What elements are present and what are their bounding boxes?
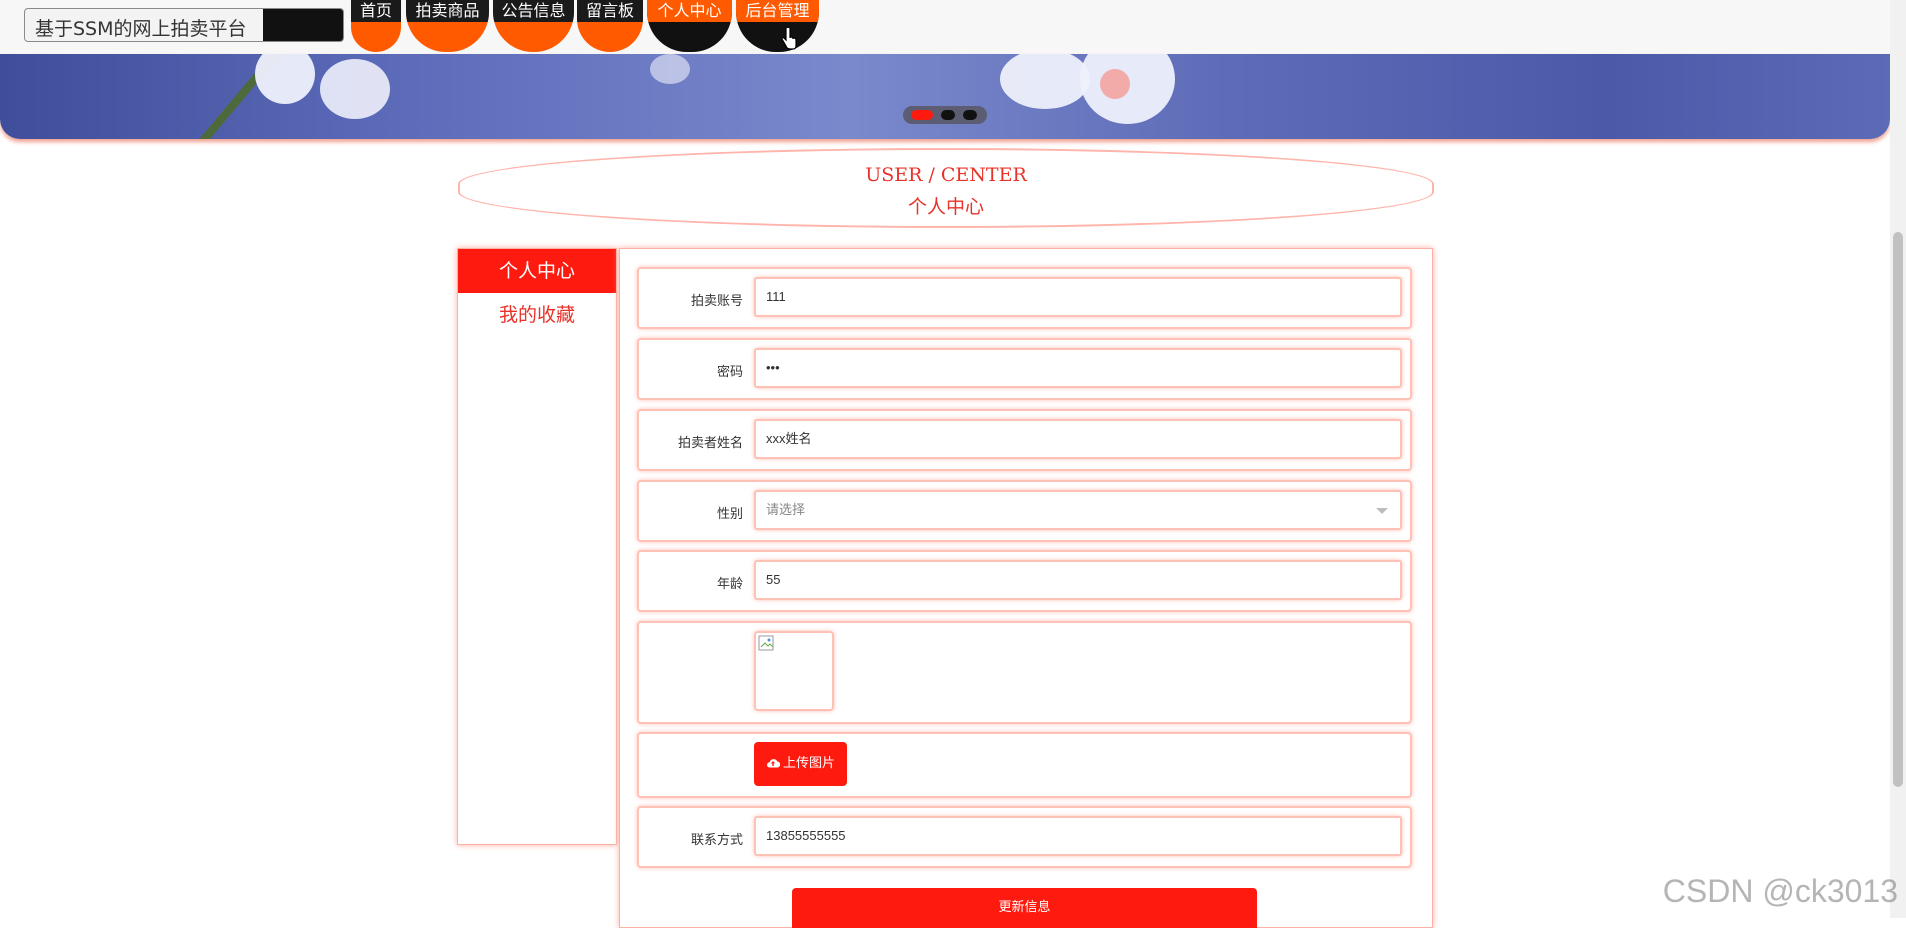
form-row-upload: 上传图片 bbox=[637, 732, 1412, 798]
scrollbar-thumb[interactable] bbox=[1893, 232, 1903, 787]
name-label: 拍卖者姓名 bbox=[677, 436, 743, 451]
carousel-dot[interactable] bbox=[963, 110, 977, 120]
banner-flower bbox=[255, 54, 315, 104]
form-row-contact: 联系方式 13855555555 bbox=[637, 806, 1412, 868]
update-info-label: 更新信息 bbox=[998, 900, 1051, 915]
nav-message-board-label: 留言板 bbox=[577, 0, 643, 22]
carousel-dot[interactable] bbox=[941, 110, 955, 120]
site-title-text: 基于SSM的网上拍卖平台 bbox=[35, 18, 247, 40]
page-scrollbar[interactable] bbox=[1890, 0, 1906, 918]
account-label: 拍卖账号 bbox=[690, 294, 743, 309]
csdn-watermark: CSDN @ck3013 bbox=[1662, 873, 1898, 909]
form-row-name: 拍卖者姓名 xxx姓名 bbox=[637, 409, 1412, 471]
nav-auction-items[interactable]: 拍卖商品 bbox=[406, 0, 489, 52]
name-input[interactable]: xxx姓名 bbox=[754, 419, 1402, 459]
sidebar-menu: 个人中心 我的收藏 bbox=[457, 248, 617, 845]
carousel-indicators bbox=[903, 106, 987, 124]
carousel-dot-active[interactable] bbox=[911, 110, 933, 120]
form-row-account: 拍卖账号 111 bbox=[637, 267, 1412, 329]
broken-image-icon bbox=[758, 635, 774, 651]
banner-flower-center bbox=[1100, 69, 1130, 99]
upload-image-button[interactable]: 上传图片 bbox=[754, 742, 847, 786]
top-navbar: 基于SSM的网上拍卖平台 首页 拍卖商品 公告信息 留言板 个人中心 后台管理 bbox=[0, 0, 1890, 54]
update-info-button[interactable]: 更新信息 bbox=[792, 888, 1257, 928]
nav-announcements-label: 公告信息 bbox=[493, 0, 574, 22]
nav-message-board[interactable]: 留言板 bbox=[577, 0, 643, 52]
form-row-gender: 性别 请选择 bbox=[637, 480, 1412, 542]
sidebar-item-user-center[interactable]: 个人中心 bbox=[458, 249, 616, 293]
nav-user-center-label: 个人中心 bbox=[647, 0, 732, 22]
section-title-cn: 个人中心 bbox=[907, 196, 984, 218]
gender-label: 性别 bbox=[716, 507, 743, 522]
sidebar-item-label: 个人中心 bbox=[498, 260, 575, 282]
gender-select-value: 请选择 bbox=[766, 502, 806, 517]
password-input[interactable]: ••• bbox=[754, 348, 1402, 388]
banner-flower bbox=[1000, 54, 1090, 109]
password-label: 密码 bbox=[716, 365, 743, 380]
banner-flower bbox=[650, 54, 690, 84]
banner-flower bbox=[320, 59, 390, 119]
form-row-age: 年龄 55 bbox=[637, 550, 1412, 612]
nav-admin[interactable]: 后台管理 bbox=[736, 0, 819, 52]
form-row-avatar bbox=[637, 621, 1412, 724]
sidebar-item-favorites[interactable]: 我的收藏 bbox=[458, 293, 616, 337]
contact-input[interactable]: 13855555555 bbox=[754, 816, 1402, 856]
site-title-block bbox=[263, 9, 343, 41]
account-input[interactable]: 111 bbox=[754, 277, 1402, 317]
upload-image-label: 上传图片 bbox=[782, 756, 835, 771]
nav-home-label: 首页 bbox=[351, 0, 401, 22]
nav-admin-label: 后台管理 bbox=[736, 0, 819, 22]
banner-carousel bbox=[0, 54, 1890, 139]
nav-home[interactable]: 首页 bbox=[351, 0, 401, 52]
section-title-en: USER / CENTER bbox=[865, 164, 1027, 186]
form-row-password: 密码 ••• bbox=[637, 338, 1412, 400]
site-title[interactable]: 基于SSM的网上拍卖平台 bbox=[24, 8, 344, 42]
age-label: 年龄 bbox=[716, 577, 743, 592]
gender-select[interactable]: 请选择 bbox=[754, 490, 1402, 530]
section-heading: USER / CENTER 个人中心 bbox=[458, 148, 1434, 228]
nav-announcements[interactable]: 公告信息 bbox=[493, 0, 574, 52]
chevron-down-icon bbox=[1376, 508, 1388, 514]
age-input[interactable]: 55 bbox=[754, 560, 1402, 600]
contact-label: 联系方式 bbox=[690, 833, 743, 848]
nav-user-center[interactable]: 个人中心 bbox=[647, 0, 732, 52]
avatar-image bbox=[754, 631, 834, 711]
cloud-upload-icon bbox=[766, 759, 781, 768]
sidebar-item-label: 我的收藏 bbox=[498, 304, 575, 326]
hand-cursor-icon bbox=[781, 28, 797, 50]
nav-auction-items-label: 拍卖商品 bbox=[406, 0, 489, 22]
